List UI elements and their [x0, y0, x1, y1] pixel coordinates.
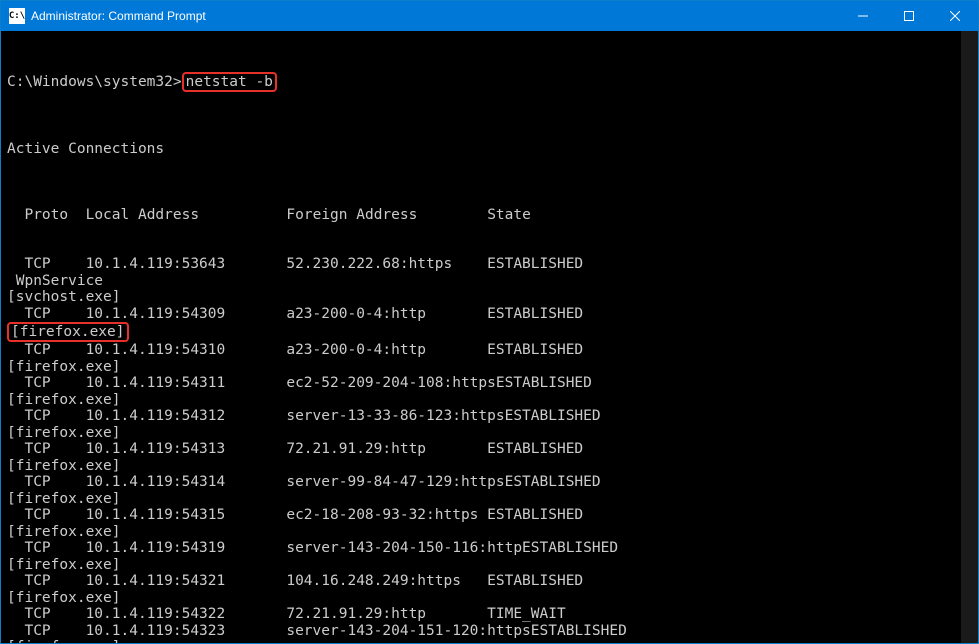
- owner-highlight: [firefox.exe]: [7, 322, 129, 342]
- column-headers: Proto Local Address Foreign Address Stat…: [7, 207, 976, 224]
- connection-row: TCP 10.1.4.119:54311 ec2-52-209-204-108:…: [7, 375, 976, 392]
- connection-row: TCP 10.1.4.119:54322 72.21.91.29:http TI…: [7, 606, 976, 623]
- header-proto: Proto: [24, 207, 68, 223]
- vertical-scrollbar[interactable]: [961, 31, 978, 643]
- owner-process: [firefox.exe]: [7, 491, 976, 508]
- connection-row: TCP 10.1.4.119:54319 server-143-204-150-…: [7, 540, 976, 557]
- owner-process: [firefox.exe]: [7, 557, 976, 574]
- owner-process: [firefox.exe]: [7, 590, 976, 607]
- owner-process: [firefox.exe]: [7, 425, 976, 442]
- connection-row: TCP 10.1.4.119:53643 52.230.222.68:https…: [7, 256, 976, 273]
- connection-row: TCP 10.1.4.119:54313 72.21.91.29:http ES…: [7, 441, 976, 458]
- titlebar[interactable]: C:\ Administrator: Command Prompt: [1, 1, 978, 31]
- owner-process: [firefox.exe]: [7, 359, 976, 376]
- owner-process: [svchost.exe]: [7, 289, 976, 306]
- close-button[interactable]: [932, 1, 978, 31]
- connection-row: TCP 10.1.4.119:54312 server-13-33-86-123…: [7, 408, 976, 425]
- terminal-area[interactable]: C:\Windows\system32>netstat -b Active Co…: [1, 31, 978, 643]
- connection-row: TCP 10.1.4.119:54321 104.16.248.249:http…: [7, 573, 976, 590]
- owner-process: [firefox.exe]: [7, 392, 976, 409]
- cmd-icon: C:\: [9, 8, 25, 24]
- connection-row: TCP 10.1.4.119:54315 ec2-18-208-93-32:ht…: [7, 507, 976, 524]
- connection-row: TCP 10.1.4.119:54314 server-99-84-47-129…: [7, 474, 976, 491]
- prompt-path: C:\Windows\system32>: [7, 74, 182, 90]
- connection-list: TCP 10.1.4.119:53643 52.230.222.68:https…: [7, 256, 976, 643]
- header-local: Local Address: [86, 207, 200, 223]
- header-state: State: [487, 207, 531, 223]
- owner-process: [firefox.exe]: [7, 639, 976, 643]
- owner-process: [firefox.exe]: [7, 322, 976, 342]
- section-title: Active Connections: [7, 141, 976, 158]
- cmd-window: C:\ Administrator: Command Prompt C:\Win…: [0, 0, 979, 644]
- connection-row: TCP 10.1.4.119:54309 a23-200-0-4:http ES…: [7, 306, 976, 323]
- header-foreign: Foreign Address: [286, 207, 417, 223]
- prompt-line: C:\Windows\system32>netstat -b: [7, 72, 976, 92]
- owner-service: WpnService: [7, 273, 976, 290]
- owner-process: [firefox.exe]: [7, 458, 976, 475]
- window-title: Administrator: Command Prompt: [31, 9, 840, 23]
- minimize-button[interactable]: [840, 1, 886, 31]
- maximize-button[interactable]: [886, 1, 932, 31]
- connection-row: TCP 10.1.4.119:54323 server-143-204-151-…: [7, 623, 976, 640]
- connection-row: TCP 10.1.4.119:54310 a23-200-0-4:http ES…: [7, 342, 976, 359]
- command-highlight: netstat -b: [182, 72, 277, 92]
- owner-process: [firefox.exe]: [7, 524, 976, 541]
